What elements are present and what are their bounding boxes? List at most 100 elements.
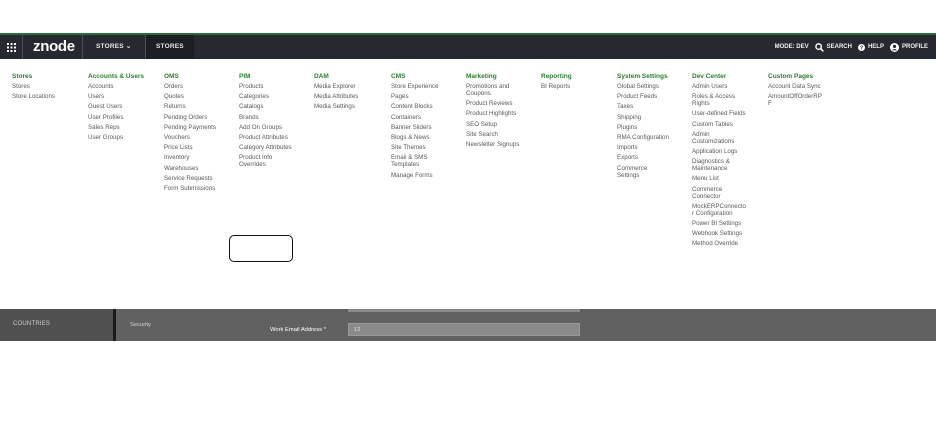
menu-item[interactable]: Site Themes	[391, 144, 438, 151]
menu-item[interactable]: Orders	[164, 83, 216, 90]
menu-item[interactable]: BI Reports	[541, 83, 572, 90]
menu-item[interactable]: Media Settings	[314, 103, 358, 110]
menu-item[interactable]: Categories	[239, 93, 292, 100]
menu-item[interactable]: Blogs & News	[391, 134, 438, 141]
menu-item[interactable]: Site Search	[466, 131, 519, 138]
menu-item[interactable]: Webhook Settings	[692, 230, 746, 237]
menu-column-title: Reporting	[541, 73, 572, 80]
nav-separator	[22, 35, 23, 59]
menu-item[interactable]: Product Highlights	[466, 110, 519, 117]
menu-item[interactable]: Taxes	[617, 103, 669, 110]
work-email-label: Work Email Address *	[270, 327, 326, 333]
menu-item[interactable]: Media Explorer	[314, 83, 358, 90]
search-icon	[814, 42, 824, 52]
menu-item[interactable]: Containers	[391, 114, 438, 121]
menu-item[interactable]: Stores	[12, 83, 55, 90]
menu-item[interactable]: Add On Groups	[239, 124, 292, 131]
work-email-field[interactable]: 12	[348, 323, 580, 336]
sidebar-divider	[113, 309, 116, 341]
menu-item[interactable]: Promotions and Coupons	[466, 83, 519, 97]
menu-item[interactable]: Guest Users	[88, 103, 144, 110]
menu-item[interactable]: Pages	[391, 93, 438, 100]
menu-item[interactable]: Catalogs	[239, 103, 292, 110]
menu-item[interactable]: Price Lists	[164, 144, 216, 151]
menu-column-pim: PIM Products Categories Catalogs Brands …	[239, 73, 292, 172]
header-tools: MODE: DEV SEARCH ? HELP PROFILE	[775, 35, 928, 59]
menu-column-stores: Stores Stores Store Locations	[12, 73, 55, 103]
menu-item[interactable]: Admin Users	[692, 83, 746, 90]
menu-item[interactable]: Pending Payments	[164, 124, 216, 131]
menu-item[interactable]: Imports	[617, 144, 669, 151]
menu-item[interactable]: Shipping	[617, 114, 669, 121]
menu-item[interactable]: Plugins	[617, 124, 669, 131]
svg-text:?: ?	[860, 45, 864, 50]
sidebar-item-countries[interactable]: COUNTRIES	[13, 321, 50, 327]
previous-field-edge	[348, 309, 580, 312]
menu-item[interactable]: Application Logs	[692, 148, 746, 155]
security-tab[interactable]: Security	[130, 322, 151, 328]
menu-item[interactable]: Roles & Access Rights	[692, 93, 746, 107]
menu-item[interactable]: Store Locations	[12, 93, 55, 100]
menu-item[interactable]: User Groups	[88, 134, 144, 141]
menu-item-product-info-overrides[interactable]: Product Info Overrides	[239, 154, 292, 168]
menu-item[interactable]: Admin Customizations	[692, 131, 746, 145]
menu-item[interactable]: Store Experience	[391, 83, 438, 90]
menu-item[interactable]: Diagnostics & Maintenance	[692, 158, 746, 172]
search-button[interactable]: SEARCH	[814, 42, 852, 52]
menu-column-dam: DAM Media Explorer Media Attributes Medi…	[314, 73, 358, 114]
mode-indicator: MODE: DEV	[775, 44, 809, 50]
menu-item[interactable]: Form Submissions	[164, 185, 216, 192]
help-button[interactable]: ? HELP	[857, 43, 884, 51]
stores-breadcrumb[interactable]: STORES	[146, 35, 194, 59]
menu-item[interactable]: Banner Sliders	[391, 124, 438, 131]
highlight-box	[229, 235, 293, 262]
menu-item[interactable]: Commerce Settings	[617, 165, 669, 179]
stores-dropdown[interactable]: STORES ⌄	[96, 35, 131, 59]
menu-item[interactable]: Category Attributes	[239, 144, 292, 151]
menu-item[interactable]: Method Override	[692, 240, 746, 247]
left-sidebar: COUNTRIES	[0, 309, 113, 341]
mega-menu: Stores Stores Store Locations Accounts &…	[0, 59, 936, 310]
menu-column-oms: OMS Orders Quotes Returns Pending Orders…	[164, 73, 216, 195]
menu-item[interactable]: Account Data Sync	[768, 83, 822, 90]
menu-item[interactable]: Product Feeds	[617, 93, 669, 100]
menu-item[interactable]: RMA Configuration	[617, 134, 669, 141]
menu-column-title: PIM	[239, 73, 251, 80]
menu-item[interactable]: Pending Orders	[164, 114, 216, 121]
menu-column-title: Accounts & Users	[88, 73, 144, 80]
menu-item[interactable]: User Profiles	[88, 114, 144, 121]
menu-item[interactable]: Power BI Settings	[692, 220, 746, 227]
menu-item[interactable]: Menu List	[692, 175, 746, 182]
menu-item[interactable]: Commerce Connector	[692, 186, 746, 200]
menu-item[interactable]: MockERPConnecto r Configuration	[692, 203, 746, 217]
menu-item[interactable]: Inventory	[164, 154, 216, 161]
menu-item[interactable]: Email & SMS Templates	[391, 154, 438, 168]
menu-item[interactable]: Warehouses	[164, 165, 216, 172]
menu-item[interactable]: Global Settings	[617, 83, 669, 90]
menu-item[interactable]: Vouchers	[164, 134, 216, 141]
menu-item[interactable]: Content Blocks	[391, 103, 438, 110]
menu-item[interactable]: SEO Setup	[466, 121, 519, 128]
menu-item[interactable]: Sales Reps	[88, 124, 144, 131]
menu-item[interactable]: Products	[239, 83, 292, 90]
menu-item[interactable]: Returns	[164, 103, 216, 110]
menu-item[interactable]: Service Requests	[164, 175, 216, 182]
menu-item[interactable]: Product Reviews	[466, 100, 519, 107]
menu-item[interactable]: Brands	[239, 114, 292, 121]
menu-item[interactable]: Exports	[617, 154, 669, 161]
menu-item[interactable]: Accounts	[88, 83, 144, 90]
app-menu-grid-icon[interactable]	[0, 35, 22, 59]
menu-column-dev-center: Dev Center Admin Users Roles & Access Ri…	[692, 73, 746, 250]
menu-item[interactable]: Custom Tables	[692, 121, 746, 128]
menu-item[interactable]: Media Attributes	[314, 93, 358, 100]
menu-item[interactable]: AmountOffOrderRP F	[768, 93, 822, 107]
menu-item[interactable]: Quotes	[164, 93, 216, 100]
profile-button[interactable]: PROFILE	[889, 42, 928, 52]
menu-item[interactable]: Users	[88, 93, 144, 100]
znode-logo[interactable]: znode	[33, 36, 75, 58]
menu-item[interactable]: Newsletter Signups	[466, 141, 519, 148]
menu-column-accounts-users: Accounts & Users Accounts Users Guest Us…	[88, 73, 144, 144]
menu-item[interactable]: Product Attributes	[239, 134, 292, 141]
menu-item[interactable]: Manage Forms	[391, 172, 438, 179]
menu-item[interactable]: User-defined Fields	[692, 110, 746, 117]
